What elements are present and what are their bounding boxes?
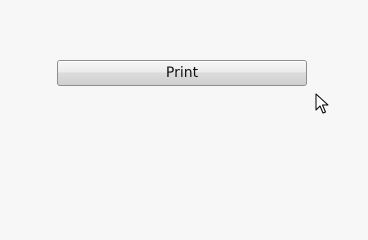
app-window: Print	[0, 0, 368, 228]
mouse-cursor-icon	[315, 93, 329, 114]
print-button[interactable]: Print	[57, 60, 307, 86]
